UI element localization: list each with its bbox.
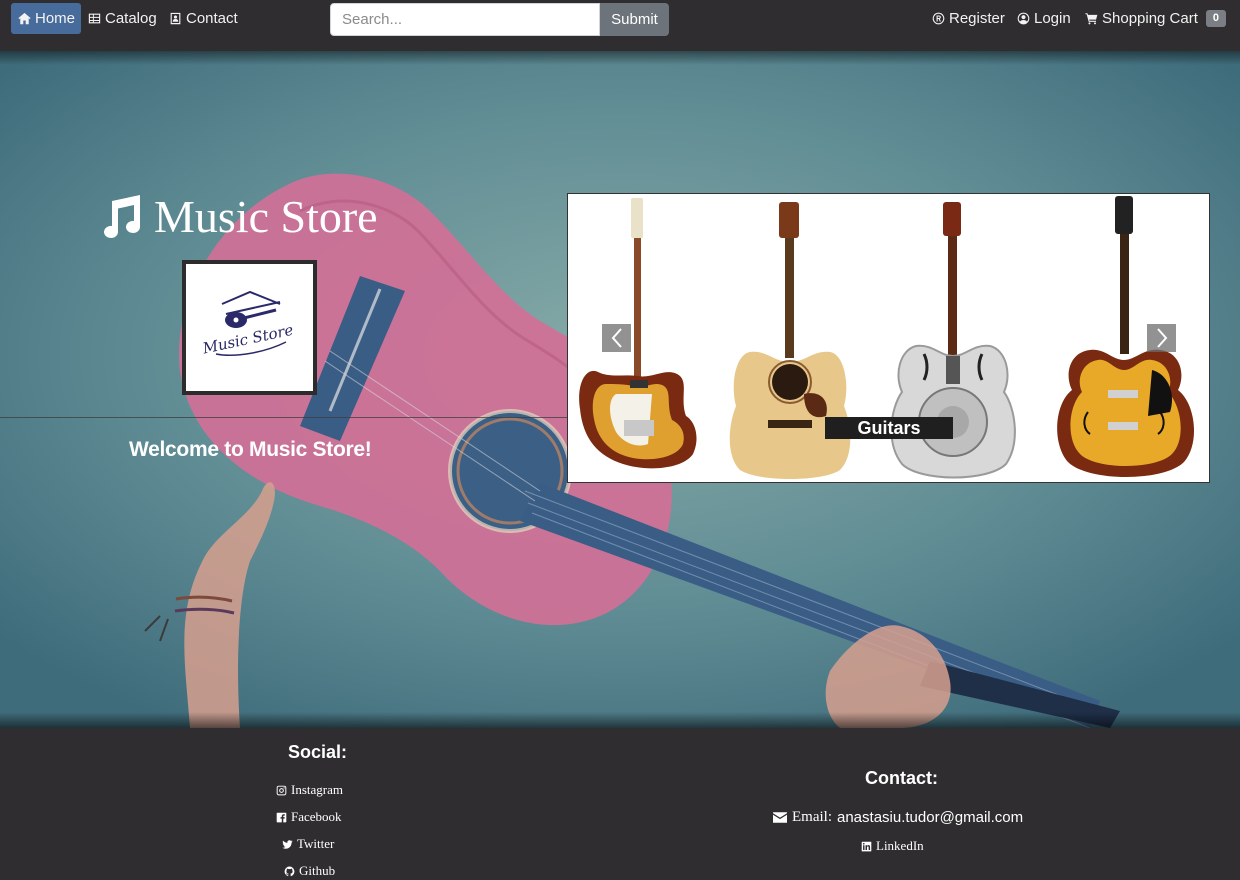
site-title: Music Store [98,188,378,244]
hero-top-shadow [0,51,1240,65]
search-input[interactable] [330,3,600,36]
cart-count-badge: 0 [1205,10,1226,27]
twitter-icon [282,839,293,849]
home-icon [18,12,31,25]
store-logo-image: Music Store [182,260,317,395]
instagram-link[interactable]: Instagram [276,782,343,798]
envelope-icon [773,812,787,823]
nav-contact-link[interactable]: Contact [169,3,238,34]
welcome-message: Welcome to Music Store! [129,438,372,461]
social-heading: Social: [288,742,348,762]
shopping-cart-icon [1085,13,1098,25]
nav-home-link[interactable]: Home [11,3,81,34]
nav-login-label: Login [1034,10,1071,27]
user-circle-icon [1017,12,1030,25]
twitter-label: Twitter [297,836,335,851]
top-navbar: Home Catalog Contact Submit Register Log… [0,0,1240,51]
twitter-link[interactable]: Twitter [282,836,334,852]
contact-email: Email: anastasiu.tudor@gmail.com [773,809,1023,826]
nav-register-link[interactable]: Register [932,3,1005,34]
store-logo-graphic: Music Store [186,264,313,391]
linkedin-link[interactable]: LinkedIn [861,838,924,854]
nav-catalog-link[interactable]: Catalog [88,3,157,34]
linkedin-label: LinkedIn [876,838,924,853]
email-address-link[interactable]: anastasiu.tudor@gmail.com [837,809,1023,826]
product-carousel: Guitars [567,193,1210,483]
linkedin-icon [861,841,872,851]
github-label: Github [299,863,336,878]
carousel-prev-button[interactable] [602,324,631,352]
nav-login-link[interactable]: Login [1017,3,1071,34]
nav-catalog-label: Catalog [105,10,157,27]
facebook-label: Facebook [291,809,342,824]
hero-section: Music Store Music Store Welcome to Music… [0,51,1240,728]
table-icon [88,13,101,24]
github-link[interactable]: Github [284,863,335,879]
contact-heading: Contact: [865,768,938,788]
nav-register-label: Register [949,10,1005,27]
registered-icon [932,12,945,25]
email-label: Email: [792,809,832,825]
site-title-text: Music Store [154,190,378,242]
nav-contact-label: Contact [186,10,238,27]
nav-shopping-cart-link[interactable]: Shopping Cart 0 [1085,3,1226,34]
carousel-caption[interactable]: Guitars [825,417,953,439]
address-book-icon [170,12,181,25]
site-footer: Social: Instagram Facebook Twitter Githu… [0,728,1240,880]
search-submit-button[interactable]: Submit [600,3,669,36]
music-note-icon [104,195,140,238]
hero-divider [0,417,567,418]
nav-home-label: Home [35,10,76,27]
facebook-icon [276,812,287,822]
chevron-right-icon [1156,328,1167,348]
facebook-link[interactable]: Facebook [276,809,342,825]
instagram-label: Instagram [291,782,343,797]
instagram-icon [276,785,287,795]
chevron-left-icon [611,328,622,348]
hero-bottom-shadow [0,712,1240,728]
carousel-next-button[interactable] [1147,324,1176,352]
nav-cart-label: Shopping Cart [1102,10,1198,27]
github-icon [284,866,295,876]
